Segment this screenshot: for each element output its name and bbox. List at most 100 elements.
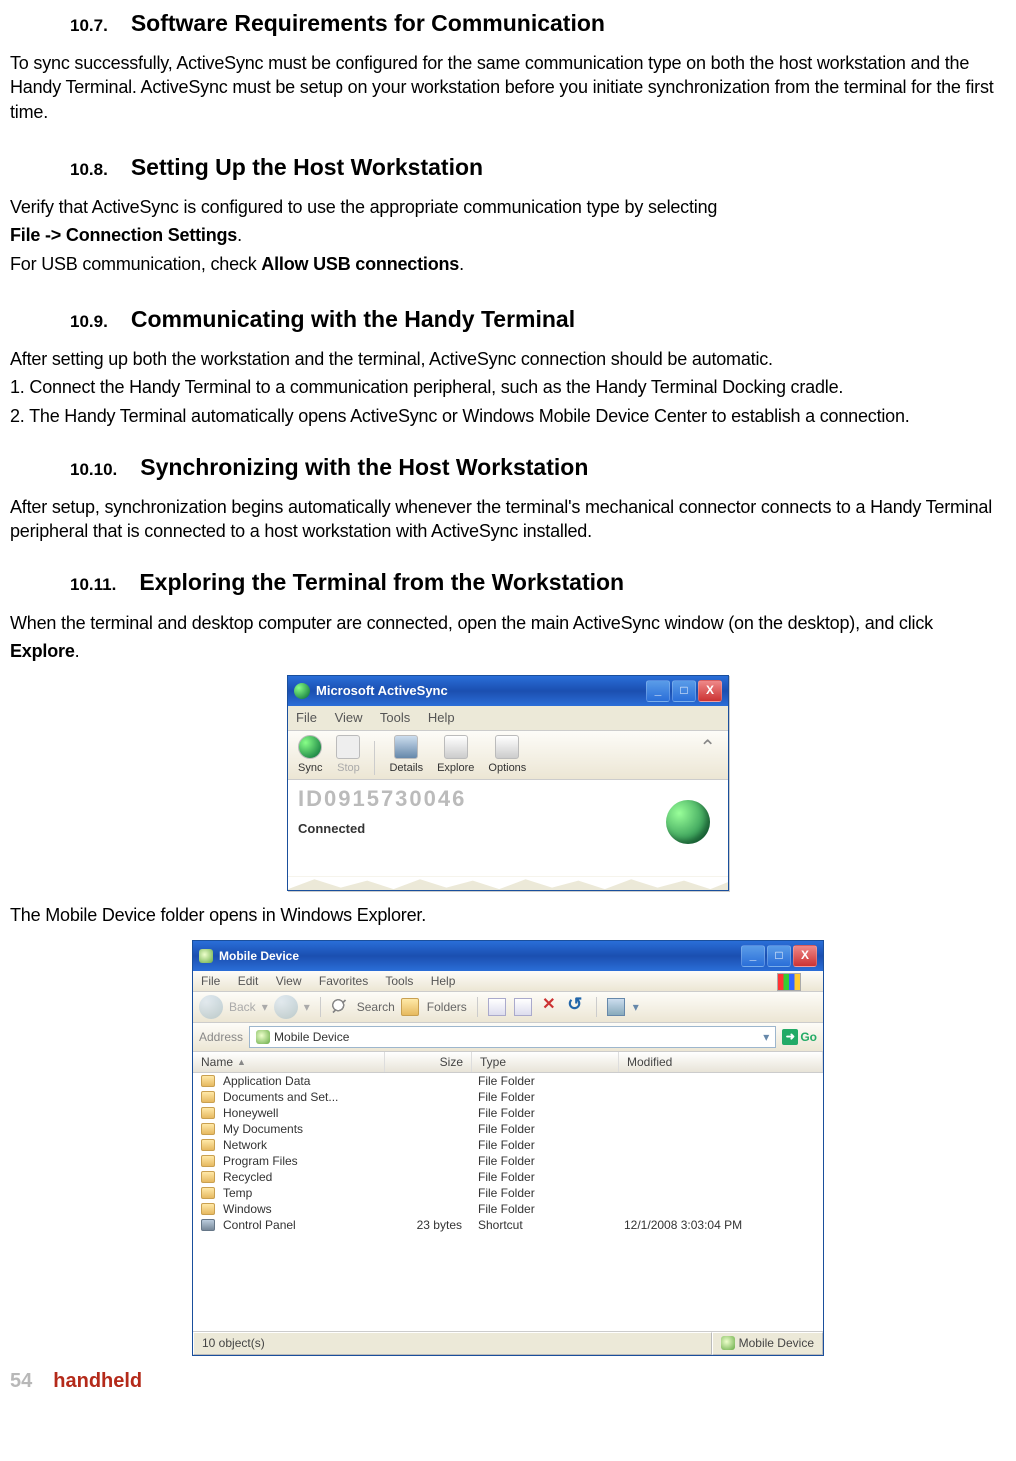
views-icon[interactable] xyxy=(607,998,625,1016)
folder-icon xyxy=(201,1155,215,1167)
mobile-device-icon xyxy=(199,949,213,963)
explore-button[interactable]: Explore xyxy=(433,735,478,776)
list-item[interactable]: Program FilesFile Folder xyxy=(193,1153,823,1169)
maximize-button[interactable]: □ xyxy=(767,945,791,967)
page-number: 54 xyxy=(10,1370,32,1392)
delete-icon[interactable]: ✕ xyxy=(540,998,558,1016)
folder-icon xyxy=(201,1171,215,1183)
header-type[interactable]: Type xyxy=(472,1052,619,1072)
activesync-body: ID0915730046 Connected xyxy=(288,780,728,876)
search-icon xyxy=(331,998,349,1016)
folder-icon xyxy=(201,1123,215,1135)
minimize-button[interactable]: _ xyxy=(646,680,670,702)
title-bar: Mobile Device _ □ X xyxy=(193,941,823,971)
header-modified[interactable]: Modified xyxy=(619,1052,823,1072)
stop-button: Stop xyxy=(332,735,364,776)
menu-bar: File Edit View Favorites Tools Help xyxy=(193,971,823,991)
back-button xyxy=(199,995,223,1019)
list-item[interactable]: Application DataFile Folder xyxy=(193,1073,823,1089)
address-bar: Address Mobile Device Go xyxy=(193,1023,823,1052)
menu-favorites[interactable]: Favorites xyxy=(319,974,368,988)
menu-bar: File View Tools Help xyxy=(288,706,728,730)
list-item: 2. The Handy Terminal automatically open… xyxy=(10,404,1006,428)
paragraph: Explore. xyxy=(10,639,1006,663)
shortcut-icon xyxy=(201,1219,215,1231)
list-item[interactable]: NetworkFile Folder xyxy=(193,1137,823,1153)
menu-file[interactable]: File xyxy=(201,974,220,988)
status-location: Mobile Device xyxy=(712,1332,823,1354)
section-10-8-heading: 10.8. Setting Up the Host Workstation xyxy=(10,152,1006,183)
mobile-device-icon xyxy=(721,1336,735,1350)
maximize-button[interactable]: □ xyxy=(672,680,696,702)
undo-icon[interactable]: ↺ xyxy=(566,998,584,1016)
section-title: Software Requirements for Communication xyxy=(131,10,605,36)
paragraph: For USB communication, check Allow USB c… xyxy=(10,252,1006,276)
folder-icon xyxy=(201,1075,215,1087)
folders-button[interactable]: Folders xyxy=(427,999,467,1015)
section-number: 10.10. xyxy=(70,459,117,482)
header-size[interactable]: Size xyxy=(385,1052,472,1072)
list-item[interactable]: HoneywellFile Folder xyxy=(193,1105,823,1121)
address-value: Mobile Device xyxy=(274,1029,349,1045)
file-list: Application DataFile FolderDocuments and… xyxy=(193,1073,823,1331)
explore-icon xyxy=(444,735,468,759)
list-item[interactable]: Documents and Set...File Folder xyxy=(193,1089,823,1105)
column-headers: Name ▲ Size Type Modified xyxy=(193,1052,823,1073)
copy-icon[interactable] xyxy=(488,998,506,1016)
activesync-screenshot: Microsoft ActiveSync _ □ X File View Too… xyxy=(10,675,1006,891)
section-10-9-heading: 10.9. Communicating with the Handy Termi… xyxy=(10,304,1006,335)
section-10-11-heading: 10.11. Exploring the Terminal from the W… xyxy=(10,567,1006,598)
section-title: Synchronizing with the Host Workstation xyxy=(140,454,588,480)
menu-help[interactable]: Help xyxy=(431,974,456,988)
list-item[interactable]: My DocumentsFile Folder xyxy=(193,1121,823,1137)
header-name[interactable]: Name ▲ xyxy=(193,1052,385,1072)
menu-tools[interactable]: Tools xyxy=(380,710,410,725)
list-item[interactable]: Control Panel23 bytesShortcut12/1/2008 3… xyxy=(193,1217,823,1233)
window-title: Microsoft ActiveSync xyxy=(316,682,448,700)
sort-indicator-icon: ▲ xyxy=(237,1056,246,1068)
address-label: Address xyxy=(199,1029,243,1045)
explorer-window: Mobile Device _ □ X File Edit View Favor… xyxy=(192,940,824,1356)
search-button[interactable]: Search xyxy=(357,999,395,1015)
menu-help[interactable]: Help xyxy=(428,710,455,725)
sync-icon xyxy=(298,735,322,759)
paragraph: After setting up both the workstation an… xyxy=(10,347,1006,371)
menu-tools[interactable]: Tools xyxy=(385,974,413,988)
list-item[interactable]: TempFile Folder xyxy=(193,1185,823,1201)
section-title: Exploring the Terminal from the Workstat… xyxy=(139,569,624,595)
close-button[interactable]: X xyxy=(793,945,817,967)
sync-button[interactable]: Sync xyxy=(294,735,326,776)
torn-edge xyxy=(288,876,728,890)
paste-icon[interactable] xyxy=(514,998,532,1016)
options-button[interactable]: Options xyxy=(484,735,530,776)
paragraph: Verify that ActiveSync is configured to … xyxy=(10,195,1006,219)
hide-details-button[interactable]: ⌃ xyxy=(693,735,722,762)
menu-file[interactable]: File xyxy=(296,710,317,725)
options-icon xyxy=(495,735,519,759)
page-footer: 54 handheld xyxy=(10,1368,1006,1395)
list-item: 1. Connect the Handy Terminal to a commu… xyxy=(10,375,1006,399)
minimize-button[interactable]: _ xyxy=(741,945,765,967)
paragraph: File -> Connection Settings. xyxy=(10,223,1006,247)
list-item[interactable]: RecycledFile Folder xyxy=(193,1169,823,1185)
brand-logo: handheld xyxy=(53,1370,142,1392)
menu-view[interactable]: View xyxy=(276,974,302,988)
details-icon xyxy=(394,735,418,759)
details-button[interactable]: Details xyxy=(385,735,427,776)
close-button[interactable]: X xyxy=(698,680,722,702)
explorer-screenshot: Mobile Device _ □ X File Edit View Favor… xyxy=(10,940,1006,1356)
section-10-7-heading: 10.7. Software Requirements for Communic… xyxy=(10,8,1006,39)
device-id: ID0915730046 xyxy=(298,784,718,814)
forward-button xyxy=(274,995,298,1019)
stop-icon xyxy=(336,735,360,759)
option-name: Allow USB connections xyxy=(261,254,459,274)
menu-edit[interactable]: Edit xyxy=(238,974,259,988)
address-input[interactable]: Mobile Device xyxy=(249,1026,776,1048)
window-title: Mobile Device xyxy=(219,948,299,964)
list-item[interactable]: WindowsFile Folder xyxy=(193,1201,823,1217)
section-number: 10.8. xyxy=(70,159,108,182)
menu-view[interactable]: View xyxy=(335,710,363,725)
go-button[interactable]: Go xyxy=(782,1029,817,1045)
status-bar: 10 object(s) Mobile Device xyxy=(193,1331,823,1354)
separator xyxy=(374,741,375,775)
